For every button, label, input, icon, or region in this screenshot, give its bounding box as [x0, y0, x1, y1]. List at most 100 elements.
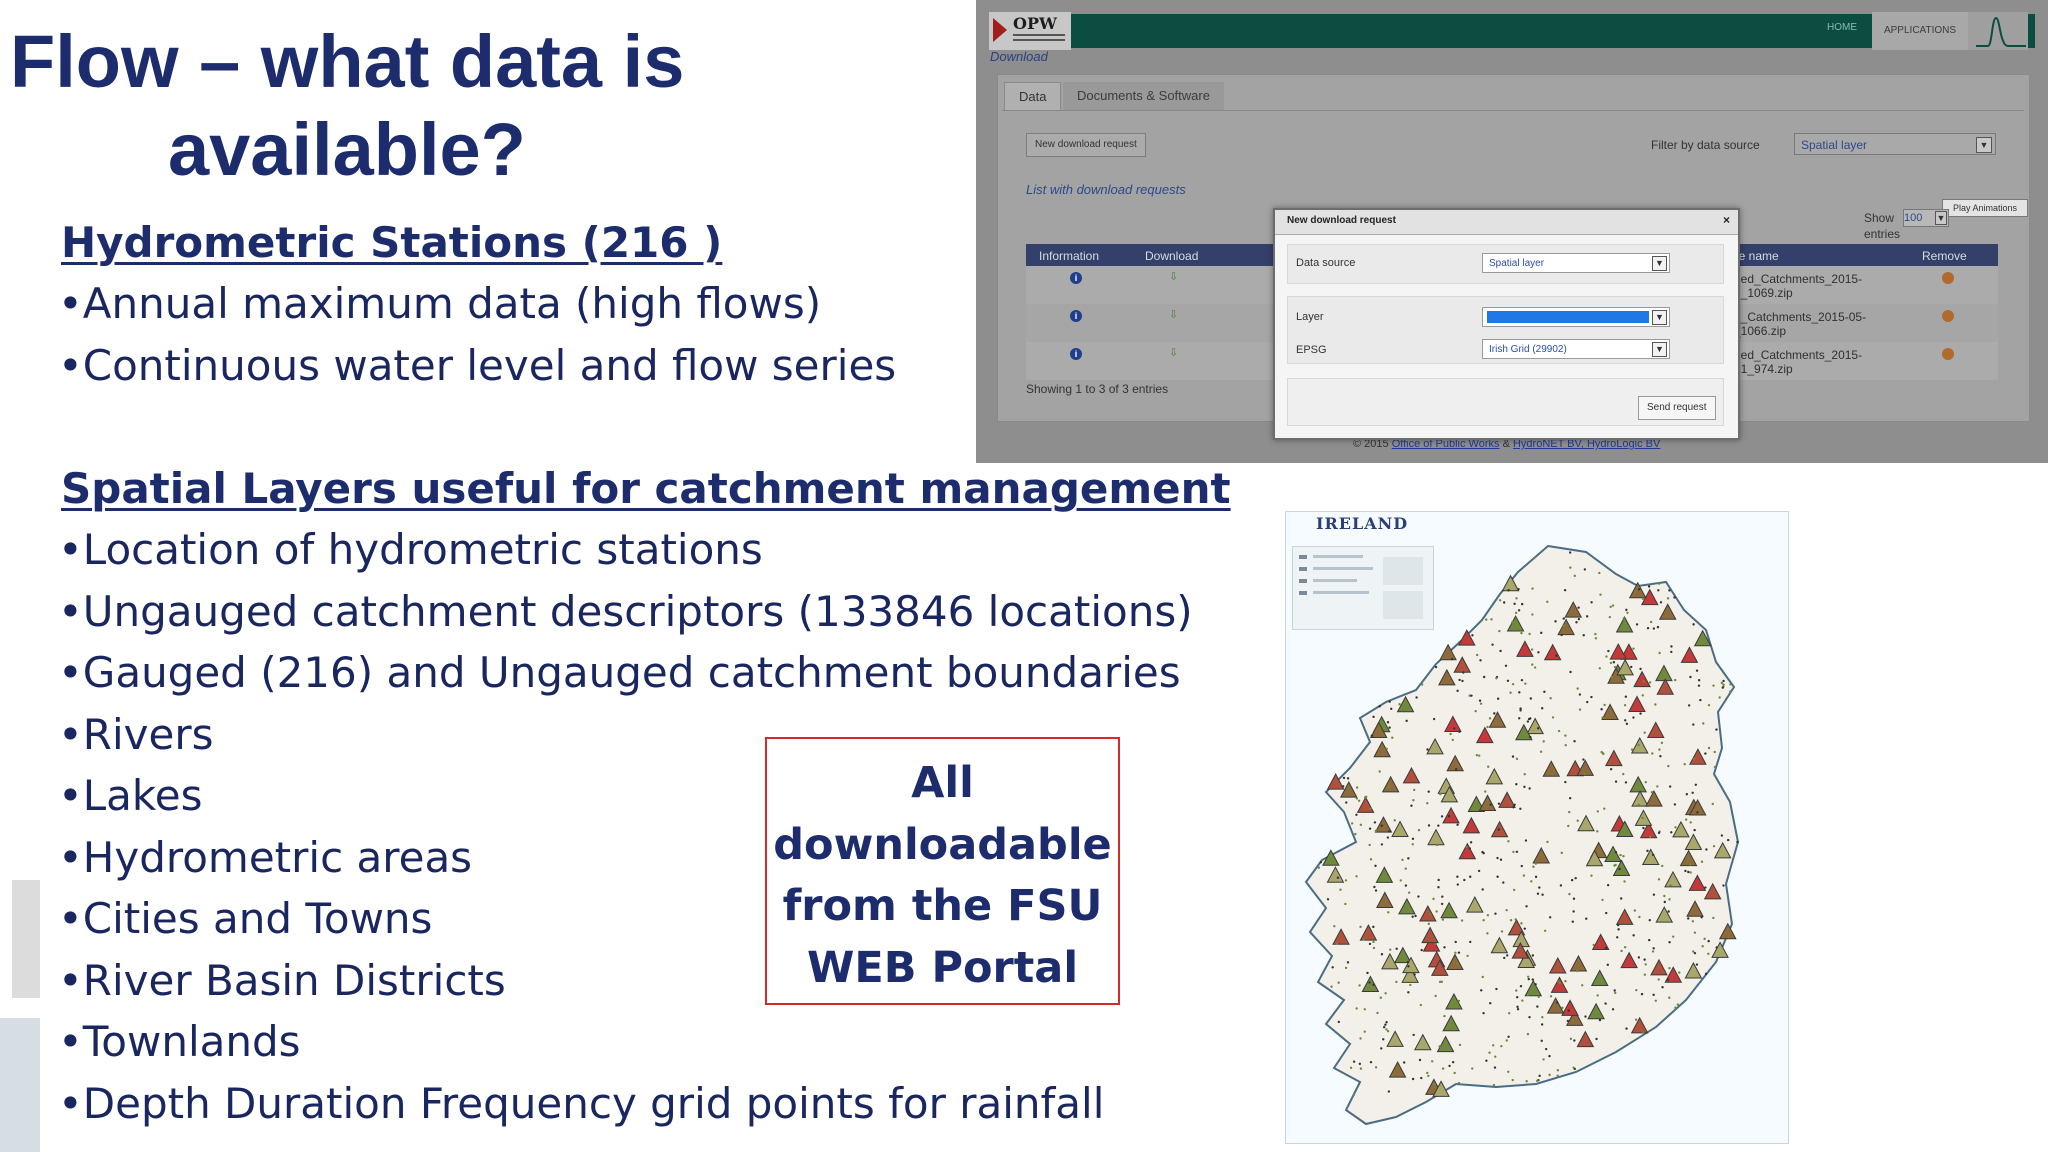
- map-dot: [1625, 608, 1628, 612]
- map-dot: [1689, 871, 1692, 874]
- remove-icon[interactable]: [1942, 310, 1954, 322]
- download-icon[interactable]: ⇩: [1169, 309, 1179, 321]
- map-dot: [1355, 813, 1358, 816]
- map-dot: [1434, 665, 1438, 669]
- map-dot: [1350, 822, 1354, 825]
- map-dot: [1543, 929, 1547, 932]
- map-dot: [1562, 617, 1565, 620]
- map-dot: [1500, 1044, 1503, 1048]
- column-header-download[interactable]: Download: [1145, 249, 1198, 263]
- map-dot: [1669, 884, 1672, 887]
- breadcrumb[interactable]: Download: [990, 49, 1048, 64]
- map-dot: [1468, 847, 1471, 850]
- data-source-select[interactable]: Spatial layer ▼: [1482, 253, 1670, 273]
- map-dot: [1491, 643, 1494, 646]
- map-dot: [1652, 993, 1655, 997]
- map-dot: [1556, 1074, 1559, 1077]
- map-dot: [1638, 915, 1641, 919]
- map-dot: [1694, 783, 1698, 786]
- map-dot: [1523, 927, 1527, 930]
- map-dot: [1678, 971, 1681, 974]
- info-icon[interactable]: i: [1070, 348, 1082, 360]
- map-dot: [1598, 571, 1601, 575]
- info-icon[interactable]: i: [1070, 310, 1082, 322]
- send-request-button[interactable]: Send request: [1638, 396, 1716, 420]
- map-dot: [1563, 588, 1567, 592]
- list-title: List with download requests: [1026, 182, 1186, 197]
- map-dot: [1512, 806, 1515, 809]
- ireland-stations-map: IRELAND: [1285, 511, 1789, 1144]
- logo-text: OPW: [1013, 14, 1057, 33]
- map-dot: [1326, 898, 1330, 901]
- map-dot: [1568, 551, 1572, 554]
- map-dot: [1513, 803, 1516, 807]
- map-dot: [1525, 1080, 1528, 1083]
- info-icon[interactable]: i: [1070, 272, 1082, 284]
- map-dot: [1411, 837, 1415, 841]
- map-dot: [1544, 1047, 1548, 1051]
- slide-title-line1: Flow – what data is: [10, 20, 685, 103]
- map-dot: [1512, 850, 1515, 854]
- map-dot: [1637, 956, 1641, 959]
- column-header-information[interactable]: Information: [1039, 249, 1099, 263]
- map-dot: [1647, 585, 1651, 588]
- map-dot: [1390, 707, 1393, 711]
- slide-title-line2: available?: [168, 108, 526, 191]
- map-dot: [1649, 620, 1653, 624]
- filter-data-source-select[interactable]: Spatial layer ▼: [1794, 133, 1996, 155]
- map-dot: [1564, 744, 1567, 747]
- map-dot: [1560, 851, 1563, 855]
- map-dot: [1405, 902, 1409, 905]
- opw-logo[interactable]: OPW: [989, 12, 1071, 50]
- tab-documents-software[interactable]: Documents & Software: [1063, 82, 1224, 110]
- callout-line: downloadable: [773, 819, 1112, 870]
- map-dot: [1546, 600, 1549, 604]
- map-dot: [1712, 684, 1715, 687]
- map-dot: [1440, 902, 1444, 906]
- remove-icon[interactable]: [1942, 348, 1954, 360]
- nav-applications-link[interactable]: APPLICATIONS: [1872, 12, 1968, 50]
- map-dot: [1529, 697, 1533, 700]
- download-icon[interactable]: ⇩: [1169, 347, 1179, 359]
- map-dot: [1609, 767, 1613, 771]
- tab-data[interactable]: Data: [1004, 82, 1062, 111]
- map-dot: [1722, 679, 1725, 683]
- map-dot: [1395, 947, 1398, 950]
- map-dot: [1469, 940, 1472, 944]
- remove-icon[interactable]: [1942, 272, 1954, 284]
- map-dot: [1720, 681, 1723, 685]
- hydronet-logo[interactable]: [1968, 12, 2028, 50]
- show-entries-select[interactable]: 100 ▼: [1903, 209, 1949, 227]
- map-dot: [1666, 978, 1670, 981]
- decorative-edge-block: [0, 1018, 40, 1152]
- dialog-header: New download request ×: [1275, 210, 1738, 235]
- column-header-remove[interactable]: Remove: [1922, 249, 1967, 263]
- map-dot: [1528, 632, 1531, 636]
- map-dot: [1557, 729, 1561, 733]
- map-dot: [1520, 631, 1523, 635]
- layer-select[interactable]: ▼: [1482, 307, 1670, 327]
- map-dot: [1599, 593, 1602, 596]
- download-icon[interactable]: ⇩: [1169, 271, 1179, 283]
- chevron-down-icon: ▼: [1652, 256, 1667, 271]
- column-header-file-name[interactable]: le name: [1736, 249, 1779, 263]
- map-dot: [1479, 659, 1482, 662]
- map-dot: [1456, 883, 1459, 886]
- map-dot: [1568, 892, 1571, 896]
- nav-home-link[interactable]: HOME: [1827, 22, 1857, 33]
- close-icon[interactable]: ×: [1723, 213, 1730, 227]
- new-download-request-button[interactable]: New download request: [1026, 133, 1146, 157]
- map-dot: [1469, 875, 1472, 878]
- map-dot: [1613, 864, 1616, 867]
- logo-subtitle-lines: [1013, 34, 1065, 36]
- map-dot: [1357, 799, 1361, 802]
- map-dot: [1456, 689, 1459, 693]
- list-item: Ungauged catchment descriptors (133846 l…: [58, 581, 1193, 643]
- epsg-select[interactable]: Irish Grid (29902) ▼: [1482, 339, 1670, 359]
- map-dot: [1685, 793, 1689, 796]
- map-dot: [1700, 916, 1703, 919]
- map-dot: [1592, 943, 1595, 947]
- map-dot: [1676, 1003, 1680, 1006]
- spatial-layers-heading: Spatial Layers useful for catchment mana…: [61, 464, 1231, 513]
- map-dot: [1642, 826, 1645, 830]
